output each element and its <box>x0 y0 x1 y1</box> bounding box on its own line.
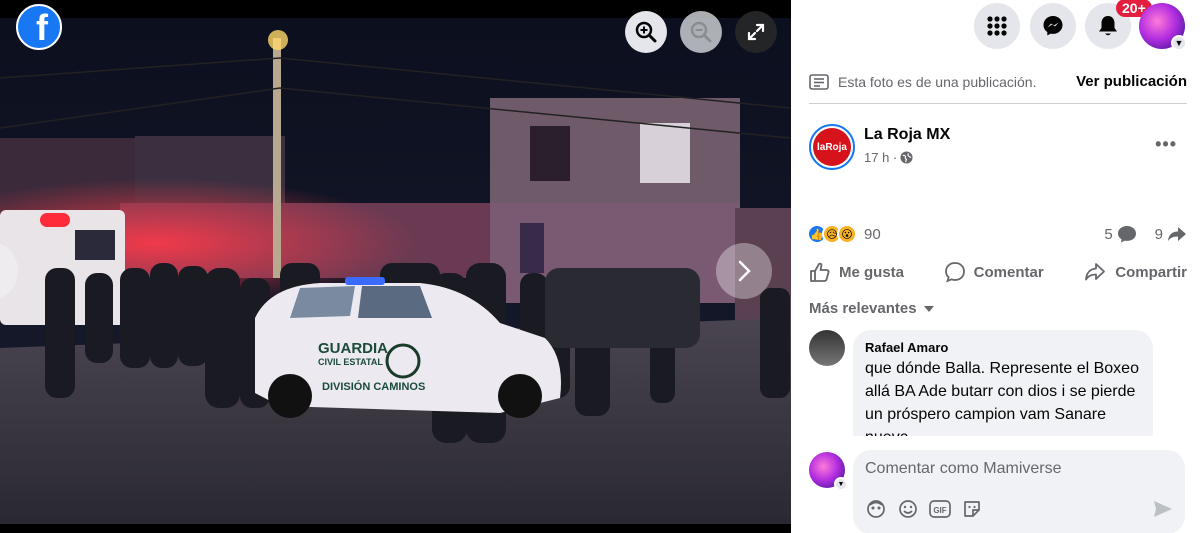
share-arrow-icon <box>1168 227 1186 241</box>
chevron-right-icon <box>738 260 751 282</box>
thumbs-up-icon <box>810 262 830 282</box>
engagement-counts: 5 9 <box>1104 225 1187 243</box>
reaction-count[interactable]: 90 <box>864 226 881 243</box>
reactions-bar: 👍 😥 😮 90 5 9 <box>807 221 1187 247</box>
chevron-down-icon: ▼ <box>1171 35 1187 51</box>
notice-text: Esta foto es de una publicación. <box>838 73 1037 90</box>
post-header: laRoja La Roja MX 17 h · ••• <box>809 124 1187 172</box>
emoji-icon[interactable] <box>897 498 919 520</box>
gif-icon[interactable]: GIF <box>929 498 951 520</box>
messenger-icon <box>1043 16 1063 36</box>
menu-button[interactable] <box>974 3 1020 49</box>
zoom-in-icon <box>635 21 657 43</box>
wow-reaction-icon[interactable]: 😮 <box>837 224 857 244</box>
share-count[interactable]: 9 <box>1155 226 1163 243</box>
comment-composer: ▼ GIF <box>809 450 1187 533</box>
comment-bubble: Rafael Amaro que dónde Balla. Represente… <box>853 330 1153 436</box>
svg-text:GIF: GIF <box>933 506 946 515</box>
comment-author[interactable]: Rafael Amaro <box>865 340 1141 355</box>
chevron-down-icon: ▼ <box>834 477 848 491</box>
post-document-icon <box>809 73 829 90</box>
commenter-avatar[interactable] <box>809 330 845 366</box>
send-icon[interactable] <box>1153 500 1173 523</box>
comment-input[interactable] <box>865 458 1165 480</box>
car-text-division: DIVISIÓN CAMINOS <box>322 380 425 393</box>
zoom-out-icon <box>690 21 712 43</box>
comment-input-box: GIF <box>853 450 1185 533</box>
caret-down-icon <box>923 305 934 312</box>
account-avatar[interactable]: ▼ <box>1139 3 1187 51</box>
messenger-button[interactable] <box>1030 3 1076 49</box>
post-notice: Esta foto es de una publicación. Ver pub… <box>809 70 1187 104</box>
my-avatar[interactable]: ▼ <box>809 452 848 491</box>
zoom-out-button[interactable] <box>680 11 722 53</box>
night-street-scene: GUARDIA CIVIL ESTATAL DIVISIÓN CAMINOS <box>0 18 791 524</box>
car-text-guardia: GUARDIA <box>318 340 388 357</box>
fullscreen-button[interactable] <box>735 11 777 53</box>
avatar-sticker-icon[interactable] <box>865 498 887 520</box>
grid-menu-icon <box>987 16 1007 36</box>
fullscreen-icon <box>747 23 765 41</box>
comment-bubble-icon <box>1117 226 1136 243</box>
car-text-civil: CIVIL ESTATAL <box>318 357 383 367</box>
comment-label: Comentar <box>973 263 1044 281</box>
facebook-logo-letter: f <box>36 7 48 48</box>
comment-sort-label: Más relevantes <box>809 300 917 317</box>
comment-text: que dónde Balla. Represente el Boxeo all… <box>865 360 1139 436</box>
page-avatar[interactable]: laRoja <box>809 124 855 170</box>
top-bar: 20+ ▼ <box>791 0 1200 58</box>
comment-sort-dropdown[interactable]: Más relevantes <box>809 300 935 317</box>
post-time-text: 17 h · <box>864 150 898 165</box>
like-label: Me gusta <box>839 263 905 281</box>
post-photo[interactable]: GUARDIA CIVIL ESTATAL DIVISIÓN CAMINOS <box>0 18 791 524</box>
facebook-logo-icon[interactable]: f <box>16 4 62 50</box>
next-photo-button[interactable] <box>716 243 772 299</box>
bell-icon <box>1099 16 1117 36</box>
comment-icon <box>944 262 965 283</box>
share-label: Compartir <box>1115 263 1187 281</box>
composer-tools: GIF <box>865 498 983 520</box>
page-name[interactable]: La Roja MX <box>864 126 950 144</box>
share-icon <box>1085 263 1106 281</box>
comment-button[interactable]: Comentar <box>944 261 1044 283</box>
sticker-icon[interactable] <box>961 498 983 520</box>
share-button[interactable]: Compartir <box>1083 261 1187 283</box>
post-timestamp[interactable]: 17 h · <box>864 150 913 165</box>
zoom-in-button[interactable] <box>625 11 667 53</box>
comment-count[interactable]: 5 <box>1104 226 1112 243</box>
post-details-panel: 20+ ▼ Esta foto es de una publicación. V… <box>791 0 1200 533</box>
more-options-icon[interactable]: ••• <box>1155 134 1177 155</box>
comment-item: Rafael Amaro que dónde Balla. Represente… <box>809 330 1187 436</box>
post-actions: Me gusta Comentar Compartir <box>809 256 1187 288</box>
like-button[interactable]: Me gusta <box>809 261 904 283</box>
page-avatar-logo: laRoja <box>813 128 851 166</box>
globe-icon <box>900 151 913 164</box>
view-post-link[interactable]: Ver publicación <box>1076 73 1187 90</box>
photo-viewer: GUARDIA CIVIL ESTATAL DIVISIÓN CAMINOS f <box>0 0 791 533</box>
